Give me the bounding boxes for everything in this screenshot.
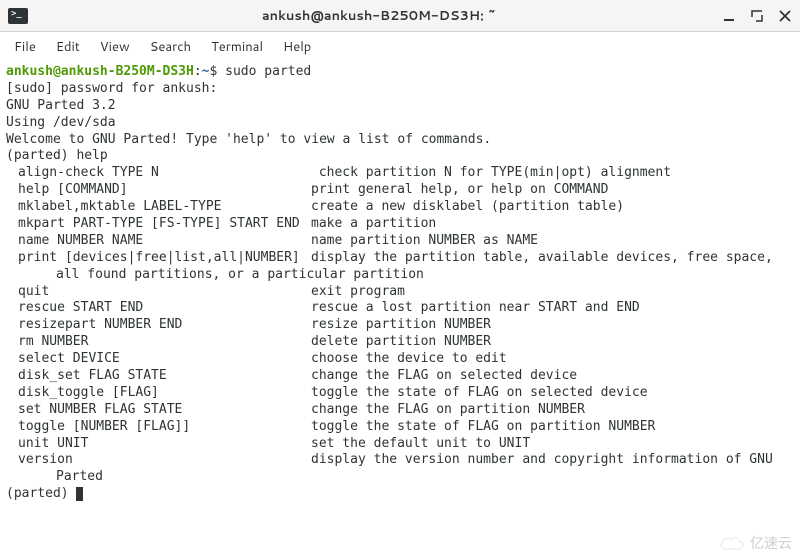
help-cmd: rm NUMBER xyxy=(6,334,311,351)
menu-search[interactable]: Search xyxy=(142,36,199,58)
help-cmd: name NUMBER NAME xyxy=(6,233,311,250)
titlebar: ankush@ankush-B250M-DS3H: ~ xyxy=(0,0,800,32)
close-button[interactable] xyxy=(778,9,792,23)
minimize-button[interactable] xyxy=(722,9,736,23)
cloud-icon xyxy=(718,534,746,552)
help-cmd: set NUMBER FLAG STATE xyxy=(6,402,311,419)
maximize-button[interactable] xyxy=(750,9,764,23)
help-cmd: mkpart PART-TYPE [FS-TYPE] START END xyxy=(6,216,311,233)
help-cmd: select DEVICE xyxy=(6,351,311,368)
prompt-path: ~ xyxy=(202,64,210,79)
help-desc: set the default unit to UNIT xyxy=(311,436,530,451)
help-row: rm NUMBERdelete partition NUMBER xyxy=(6,334,794,351)
help-row: toggle [NUMBER [FLAG]]toggle the state o… xyxy=(6,419,794,436)
help-desc: make a partition xyxy=(311,216,436,231)
help-desc: delete partition NUMBER xyxy=(311,334,491,349)
cursor-block xyxy=(76,487,83,501)
help-row: disk_set FLAG STATEchange the FLAG on se… xyxy=(6,368,794,385)
help-desc: create a new disklabel (partition table) xyxy=(311,199,624,214)
help-row: rescue START ENDrescue a lost partition … xyxy=(6,300,794,317)
help-row: versiondisplay the version number and co… xyxy=(6,452,794,469)
menubar: File Edit View Search Terminal Help xyxy=(0,32,800,62)
help-row: select DEVICEchoose the device to edit xyxy=(6,351,794,368)
line-parted-help: (parted) help xyxy=(6,148,108,163)
help-desc: toggle the state of FLAG on partition NU… xyxy=(311,419,655,434)
line-sudo: [sudo] password for ankush: xyxy=(6,81,217,96)
help-row: set NUMBER FLAG STATEchange the FLAG on … xyxy=(6,402,794,419)
menu-help[interactable]: Help xyxy=(275,36,319,58)
entered-command: sudo parted xyxy=(225,64,311,79)
help-desc: change the FLAG on partition NUMBER xyxy=(311,402,585,417)
watermark-text: 亿速云 xyxy=(750,533,792,553)
window-controls xyxy=(722,9,792,23)
help-row: disk_toggle [FLAG]toggle the state of FL… xyxy=(6,385,794,402)
help-wrap-version: Parted xyxy=(6,469,794,486)
help-desc: display the version number and copyright… xyxy=(311,452,773,467)
line-welcome: Welcome to GNU Parted! Type 'help' to vi… xyxy=(6,132,491,147)
menu-edit[interactable]: Edit xyxy=(48,36,88,58)
help-desc: name partition NUMBER as NAME xyxy=(311,233,538,248)
help-desc: choose the device to edit xyxy=(311,351,507,366)
help-cmd: quit xyxy=(6,284,311,301)
menu-terminal[interactable]: Terminal xyxy=(203,36,271,58)
help-cmd: unit UNIT xyxy=(6,436,311,453)
menu-view[interactable]: View xyxy=(92,36,138,58)
prompt-colon: : xyxy=(194,64,202,79)
help-cmd: rescue START END xyxy=(6,300,311,317)
help-desc: change the FLAG on selected device xyxy=(311,368,577,383)
prompt-userhost: ankush@ankush-B250M-DS3H xyxy=(6,64,194,79)
help-desc: display the partition table, available d… xyxy=(311,250,773,265)
help-cmd: resizepart NUMBER END xyxy=(6,317,311,334)
line-gnu: GNU Parted 3.2 xyxy=(6,98,116,113)
help-cmd: disk_toggle [FLAG] xyxy=(6,385,311,402)
help-row: mklabel,mktable LABEL-TYPEcreate a new d… xyxy=(6,199,794,216)
help-row: name NUMBER NAMEname partition NUMBER as… xyxy=(6,233,794,250)
help-row: mkpart PART-TYPE [FS-TYPE] START ENDmake… xyxy=(6,216,794,233)
help-row: print [devices|free|list,all|NUMBER]disp… xyxy=(6,250,794,267)
help-row: help [COMMAND]print general help, or hel… xyxy=(6,182,794,199)
help-cmd: align-check TYPE N xyxy=(6,165,311,182)
help-desc: exit program xyxy=(311,284,405,299)
help-cmd: toggle [NUMBER [FLAG]] xyxy=(6,419,311,436)
help-cmd: help [COMMAND] xyxy=(6,182,311,199)
help-row: unit UNITset the default unit to UNIT xyxy=(6,436,794,453)
help-desc: print general help, or help on COMMAND xyxy=(311,182,608,197)
help-cmd: mklabel,mktable LABEL-TYPE xyxy=(6,199,311,216)
help-row: quitexit program xyxy=(6,284,794,301)
window-title: ankush@ankush-B250M-DS3H: ~ xyxy=(36,7,722,25)
help-desc: resize partition NUMBER xyxy=(311,317,491,332)
help-row: resizepart NUMBER ENDresize partition NU… xyxy=(6,317,794,334)
line-parted-prompt: (parted) xyxy=(6,486,76,501)
help-cmd: print [devices|free|list,all|NUMBER] xyxy=(6,250,311,267)
line-using: Using /dev/sda xyxy=(6,115,116,130)
terminal-icon xyxy=(8,8,28,24)
help-cmd: version xyxy=(6,452,311,469)
help-desc: toggle the state of FLAG on selected dev… xyxy=(311,385,648,400)
terminal-output[interactable]: ankush@ankush-B250M-DS3H:~$ sudo parted … xyxy=(0,62,800,505)
prompt-dollar: $ xyxy=(210,64,226,79)
help-desc: check partition N for TYPE(min|opt) alig… xyxy=(311,165,671,180)
watermark: 亿速云 xyxy=(718,533,792,553)
menu-file[interactable]: File xyxy=(6,36,44,58)
help-row: align-check TYPE N check partition N for… xyxy=(6,165,794,182)
help-desc: rescue a lost partition near START and E… xyxy=(311,300,640,315)
help-wrap-print: all found partitions, or a particular pa… xyxy=(6,267,794,284)
help-cmd: disk_set FLAG STATE xyxy=(6,368,311,385)
